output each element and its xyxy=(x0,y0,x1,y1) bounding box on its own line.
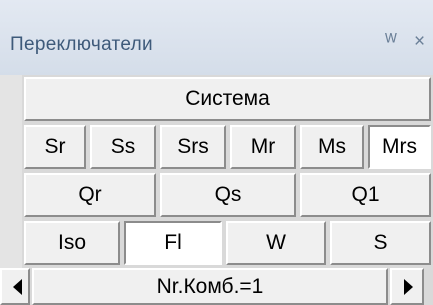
switch-srs-button[interactable]: Srs xyxy=(160,125,226,169)
close-icon[interactable]: × xyxy=(414,32,425,52)
switch-sr-button[interactable]: Sr xyxy=(24,125,86,169)
switch-s-button[interactable]: S xyxy=(330,221,431,265)
scroll-left-icon xyxy=(13,279,22,295)
switch-w-button[interactable]: W xyxy=(226,221,326,265)
switch-mrs-button[interactable]: Mrs xyxy=(368,125,431,169)
title-bar: Переключатели ᵂ × xyxy=(0,0,433,75)
scroll-right-button[interactable] xyxy=(390,268,424,305)
scroll-right-icon xyxy=(404,279,413,295)
system-button[interactable]: Система xyxy=(24,77,431,121)
switch-ss-button[interactable]: Ss xyxy=(90,125,156,169)
switch-q1-button[interactable]: Q1 xyxy=(300,173,431,217)
switch-qr-button[interactable]: Qr xyxy=(24,173,156,217)
switch-qs-button[interactable]: Qs xyxy=(160,173,296,217)
pin-icon[interactable]: ᵂ xyxy=(385,32,397,52)
switch-ms-button[interactable]: Ms xyxy=(300,125,364,169)
panel-title: Переключатели xyxy=(10,34,153,55)
switch-iso-button[interactable]: Iso xyxy=(24,221,120,265)
switches-panel: Переключатели ᵂ × Система Sr Ss Srs Mr M… xyxy=(0,0,433,305)
switch-fl-button[interactable]: Fl xyxy=(124,221,222,265)
combination-number: Nr.Комб.=1 xyxy=(32,268,388,305)
switch-mr-button[interactable]: Mr xyxy=(230,125,296,169)
scroll-left-button[interactable] xyxy=(0,268,30,305)
